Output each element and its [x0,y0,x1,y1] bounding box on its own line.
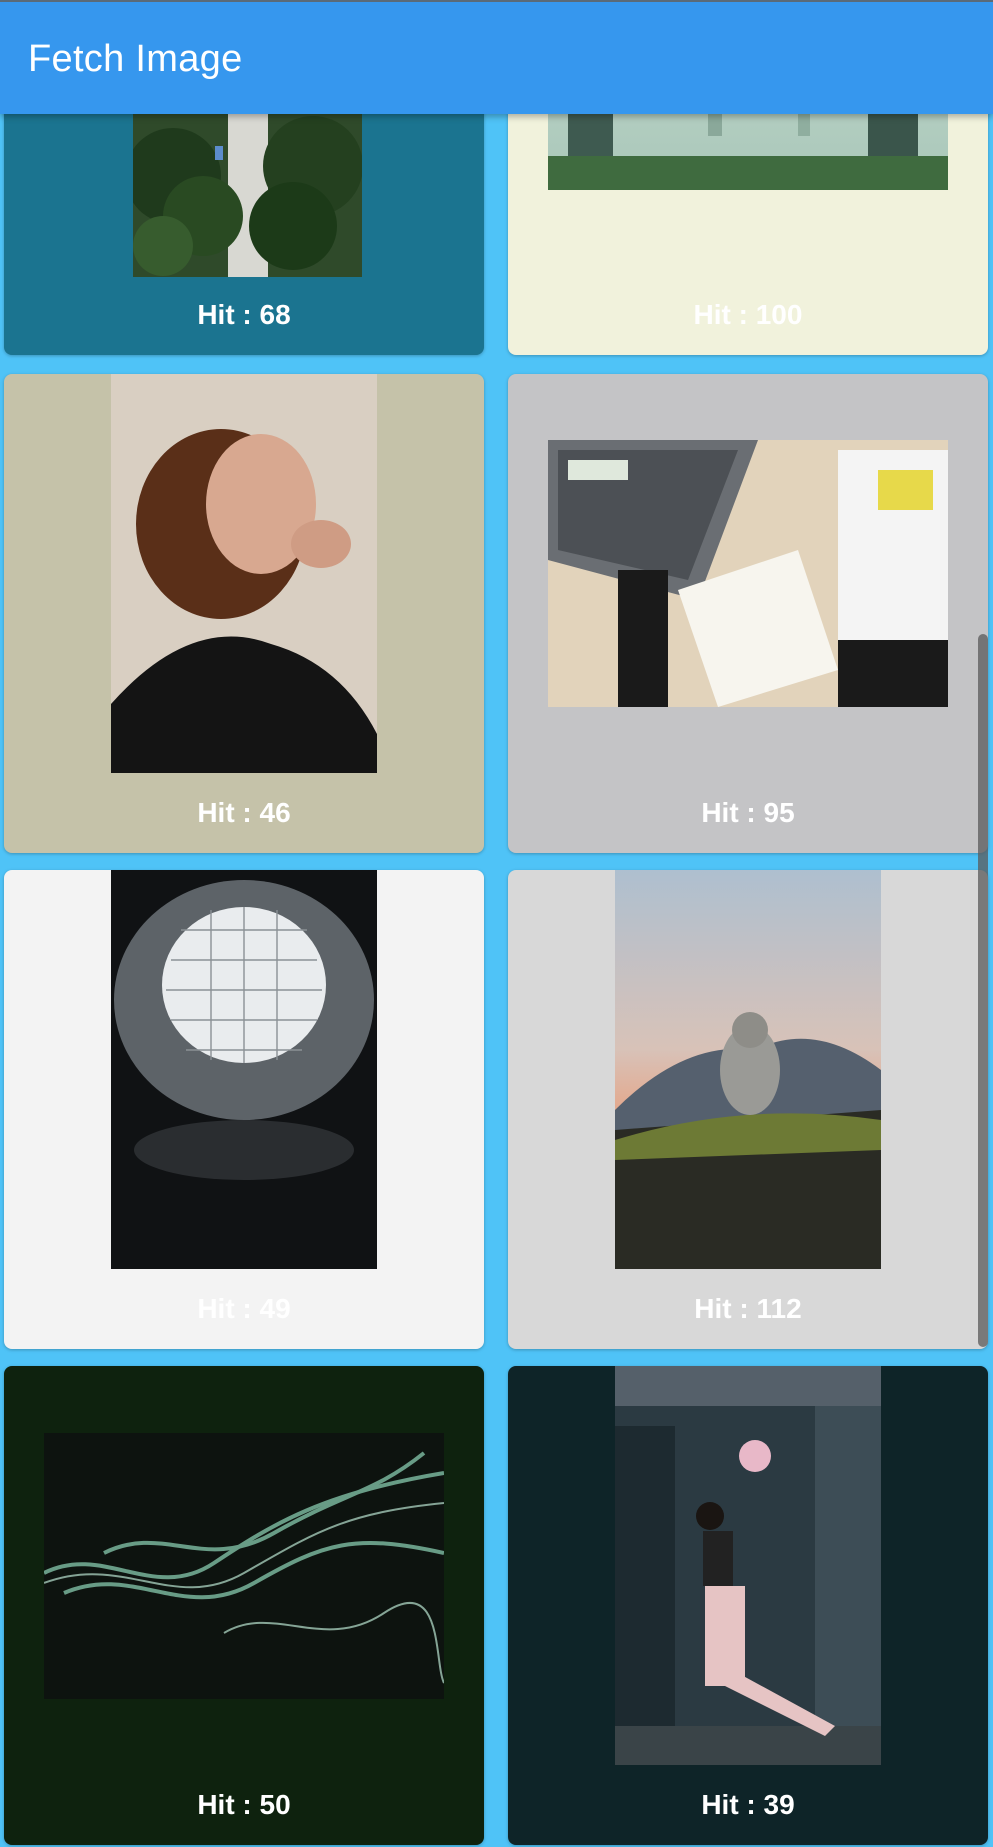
hit-count-label: Hit : 50 [197,1789,291,1820]
image-card[interactable]: Hit : 112 [508,870,988,1349]
hit-count-label: Hit : 95 [701,797,795,828]
hit-count-label: Hit : 46 [197,797,291,828]
card-image [615,870,881,1269]
image-grid[interactable]: Hit : 68 Hit : 100 Hit: 46 Hit: 95 Hit… [0,0,993,1847]
image-card[interactable]: Hit : 95 [508,374,988,853]
hit-count-label: Hit : 39 [701,1789,795,1820]
app-title: Fetch Image [28,38,243,80]
card-image [615,1366,881,1765]
scrollbar-thumb[interactable] [978,634,988,1347]
card-image [111,870,377,1269]
image-card[interactable]: Hit : 39 [508,1366,988,1845]
card-image [44,1433,444,1699]
app-bar: Fetch Image [0,0,993,114]
image-card[interactable]: Hit : 49 [4,870,484,1349]
hit-count-label: Hit : 112 [694,1293,802,1324]
hit-count-label: Hit : 49 [197,1293,291,1324]
hit-count-label: Hit : 68 [197,299,291,330]
image-card[interactable]: Hit : 50 [4,1366,484,1845]
card-image [548,440,948,707]
hit-count-label: Hit : 100 [693,299,803,330]
image-card[interactable]: Hit : 46 [4,374,484,853]
card-image [111,374,377,773]
